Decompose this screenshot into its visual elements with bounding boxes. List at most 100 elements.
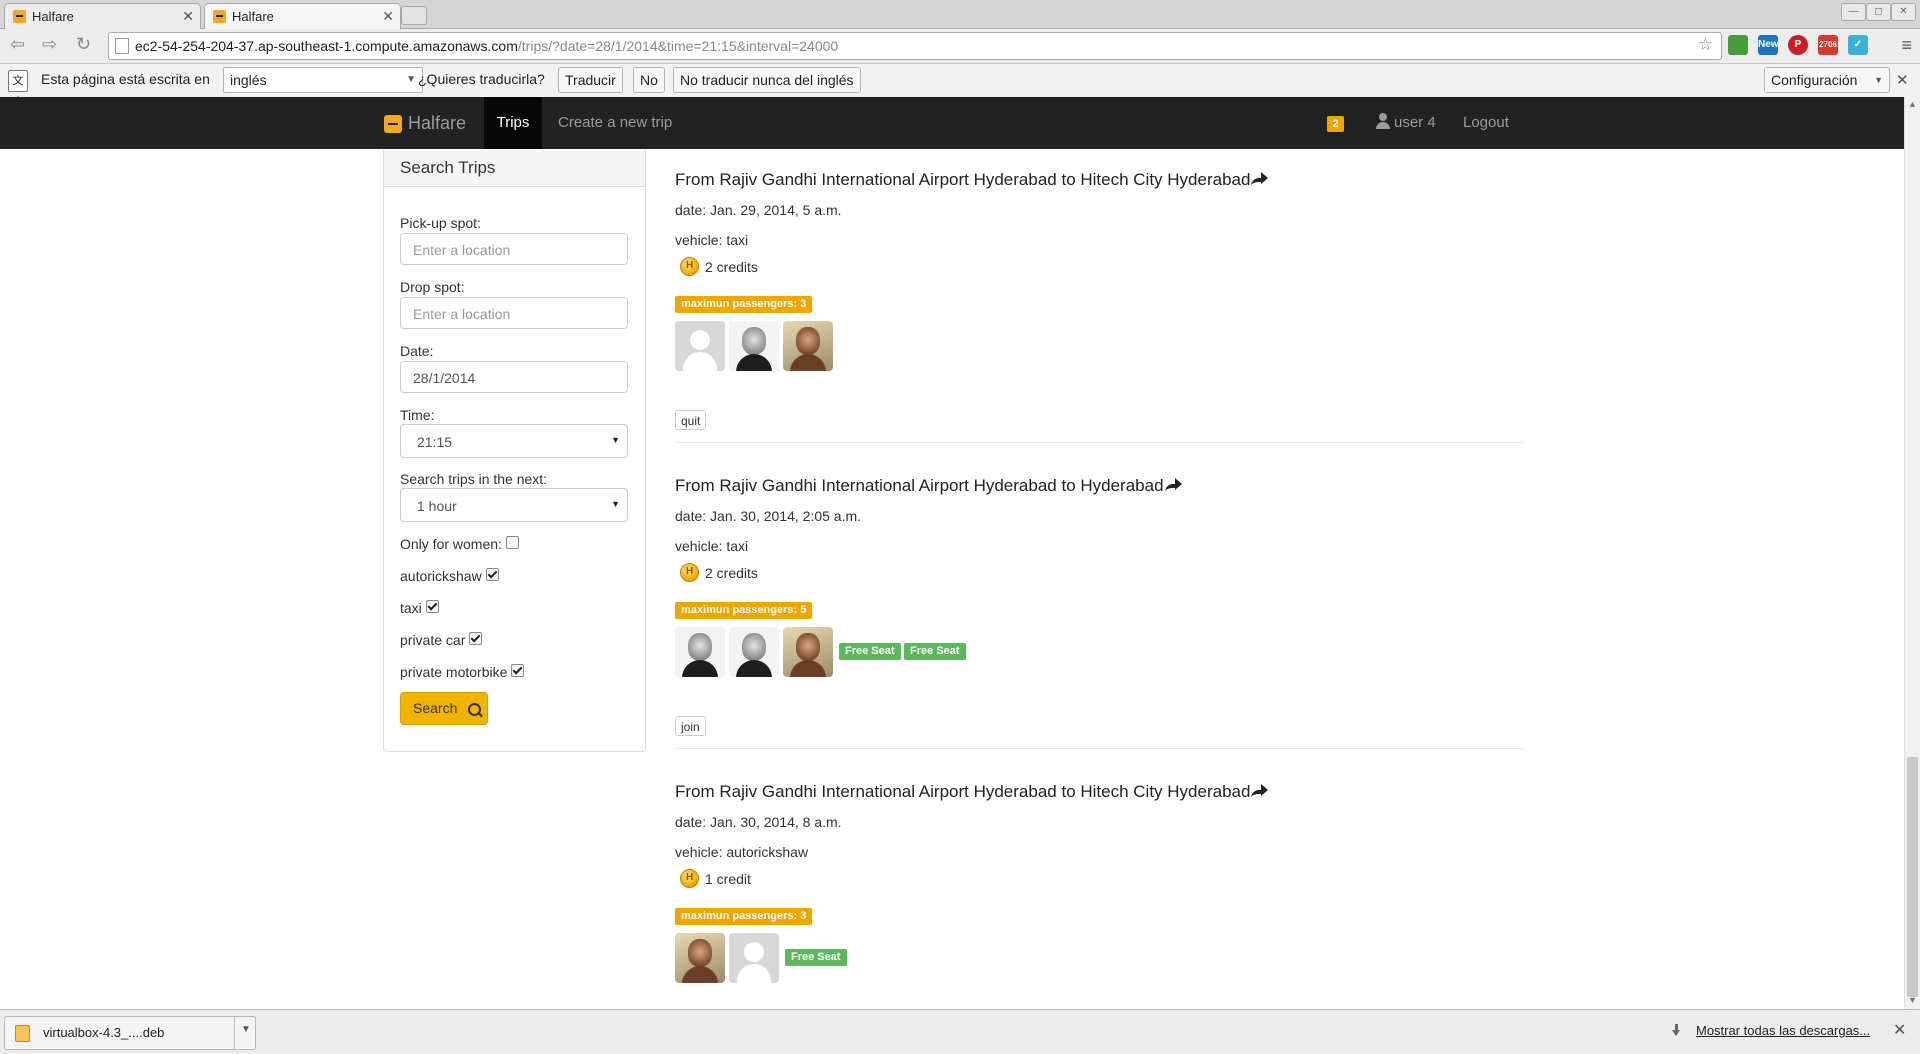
delicious-new-icon[interactable]: New xyxy=(1758,35,1779,55)
new-tab-button[interactable] xyxy=(401,6,427,25)
download-arrow-icon xyxy=(1672,1024,1681,1036)
maximize-window-button[interactable]: ◻ xyxy=(1866,3,1891,21)
avatar[interactable] xyxy=(729,933,779,983)
app-navbar: Halfare Trips Create a new trip 2 user 4… xyxy=(0,97,1904,149)
search-panel: Search Trips Pick-up spot: Enter a locat… xyxy=(383,150,646,752)
share-arrow-icon xyxy=(1251,784,1269,796)
page-scrollbar[interactable]: ▲ ▼ xyxy=(1904,97,1920,1009)
close-translate-icon[interactable]: ✕ xyxy=(1896,71,1909,89)
tab-close-icon[interactable]: ✕ xyxy=(182,8,194,25)
vehicle-taxi-checkbox[interactable]: taxi xyxy=(400,600,439,616)
scroll-thumb[interactable] xyxy=(1907,757,1918,997)
nav-trips[interactable]: Trips xyxy=(484,97,542,149)
download-item[interactable]: virtualbox-4.3_....deb ▼ xyxy=(4,1016,256,1050)
tab-halfare-1[interactable]: Halfare ✕ xyxy=(4,3,201,29)
women-only-checkbox[interactable]: Only for women: xyxy=(400,536,519,552)
avatar[interactable] xyxy=(783,627,833,677)
trip-card: From Rajiv Gandhi International Airport … xyxy=(675,782,1524,1012)
bookmark-star-icon[interactable]: ☆ xyxy=(1698,35,1713,55)
interval-select[interactable]: 1 hour ▼ xyxy=(400,488,628,522)
chevron-down-icon: ▼ xyxy=(1874,75,1883,85)
time-label: Time: xyxy=(400,407,435,423)
download-filename: virtualbox-4.3_....deb xyxy=(43,1025,165,1040)
halfare-favicon-icon xyxy=(13,10,26,23)
chevron-down-icon[interactable]: ▼ xyxy=(241,1024,251,1035)
translate-config-button[interactable]: Configuración ▼ xyxy=(1764,67,1890,93)
trip-credits: 1 credit xyxy=(705,871,751,887)
address-bar[interactable]: ec2-54-254-204-37.ap-southeast-1.compute… xyxy=(108,32,1722,60)
url-text[interactable]: ec2-54-254-204-37.ap-southeast-1.compute… xyxy=(135,38,838,54)
free-seat-badge: Free Seat xyxy=(785,949,847,966)
share-arrow-icon xyxy=(1251,172,1269,184)
trip-vehicle: vehicle: autorickshaw xyxy=(675,844,809,860)
tab-title: Halfare xyxy=(32,9,74,24)
show-all-downloads-link[interactable]: Mostrar todas las descargas... xyxy=(1696,1023,1870,1038)
avatar[interactable] xyxy=(729,627,779,677)
halfare-favicon-icon xyxy=(213,10,226,23)
language-select[interactable]: inglés ▼ xyxy=(223,67,423,93)
user-icon xyxy=(1376,113,1390,130)
date-label: Date: xyxy=(400,343,434,359)
search-icon xyxy=(468,703,481,716)
avatar[interactable] xyxy=(675,933,725,983)
search-button[interactable]: Search xyxy=(400,692,488,725)
max-passengers-badge: maximun passengers: 3 xyxy=(675,296,813,313)
user-menu[interactable]: user 4 xyxy=(1394,114,1436,131)
date-input[interactable]: 28/1/2014 xyxy=(400,361,628,393)
close-window-button[interactable]: ✕ xyxy=(1891,3,1916,21)
trip-title[interactable]: From Rajiv Gandhi International Airport … xyxy=(675,170,1269,190)
trip-title[interactable]: From Rajiv Gandhi International Airport … xyxy=(675,782,1269,802)
nav-create-trip[interactable]: Create a new trip xyxy=(558,114,672,131)
tab-halfare-2[interactable]: Halfare ✕ xyxy=(204,3,401,29)
pushbullet-icon[interactable]: ✓ xyxy=(1848,35,1868,55)
brand-link[interactable]: Halfare xyxy=(408,113,466,134)
pinterest-icon[interactable]: P xyxy=(1788,35,1808,55)
reload-icon[interactable]: ↻ xyxy=(76,34,91,55)
time-select[interactable]: 21:15 ▼ xyxy=(400,424,628,458)
chrome-menu-icon[interactable]: ≡ xyxy=(1901,35,1912,56)
avatar[interactable] xyxy=(675,321,725,371)
trip-card: From Rajiv Gandhi International Airport … xyxy=(675,170,1524,450)
evernote-icon[interactable] xyxy=(1728,35,1748,55)
vehicle-private-car-checkbox[interactable]: private car xyxy=(400,632,483,648)
trip-divider xyxy=(675,442,1524,443)
avatar[interactable] xyxy=(729,321,779,371)
vehicle-autorickshaw-checkbox[interactable]: autorickshaw xyxy=(400,568,499,584)
page-icon xyxy=(115,38,129,54)
minimize-window-button[interactable]: — xyxy=(1841,3,1866,21)
pickup-input[interactable]: Enter a location xyxy=(400,233,628,265)
chevron-down-icon: ▼ xyxy=(406,74,416,85)
trip-title[interactable]: From Rajiv Gandhi International Airport … xyxy=(675,476,1182,496)
download-shelf: virtualbox-4.3_....deb ▼ Mostrar todas l… xyxy=(0,1009,1920,1054)
interval-label: Search trips in the next: xyxy=(400,471,548,487)
drop-input[interactable]: Enter a location xyxy=(400,297,628,329)
scroll-down-icon[interactable]: ▼ xyxy=(1908,995,1917,1005)
max-passengers-badge: maximun passengers: 5 xyxy=(675,602,813,619)
quit-trip-button[interactable]: quit xyxy=(675,410,707,430)
avatar[interactable] xyxy=(675,627,725,677)
search-panel-header: Search Trips xyxy=(384,150,645,187)
close-shelf-icon[interactable]: ✕ xyxy=(1893,1020,1906,1040)
avatar[interactable] xyxy=(783,321,833,371)
back-icon[interactable]: ⇦ xyxy=(10,34,25,55)
credit-coin-icon xyxy=(680,257,699,276)
caret-down-icon: ▼ xyxy=(611,499,620,509)
free-seat-badge: Free Seat xyxy=(839,643,901,660)
scroll-up-icon[interactable]: ▲ xyxy=(1908,99,1917,109)
trip-vehicle: vehicle: taxi xyxy=(675,538,749,554)
forward-icon[interactable]: ⇨ xyxy=(42,34,57,55)
halfare-logo-icon[interactable] xyxy=(384,115,402,133)
never-translate-button[interactable]: No traducir nunca del inglés xyxy=(673,67,861,93)
trip-date: date: Jan. 30, 2014, 8 a.m. xyxy=(675,814,842,830)
gmail-icon[interactable]: 2706 xyxy=(1818,35,1838,55)
join-trip-button[interactable]: join xyxy=(675,716,706,736)
translate-button[interactable]: Traducir xyxy=(558,67,623,93)
caret-down-icon: ▼ xyxy=(611,435,620,445)
tab-close-icon[interactable]: ✕ xyxy=(382,8,394,25)
browser-toolbar: ⇦ ⇨ ↻ ec2-54-254-204-37.ap-southeast-1.c… xyxy=(0,29,1920,64)
logout-link[interactable]: Logout xyxy=(1463,114,1509,131)
no-translate-button[interactable]: No xyxy=(633,67,665,93)
notification-badge[interactable]: 2 xyxy=(1327,116,1344,132)
checkbox-box xyxy=(425,600,439,613)
vehicle-private-motorbike-checkbox[interactable]: private motorbike xyxy=(400,664,525,680)
